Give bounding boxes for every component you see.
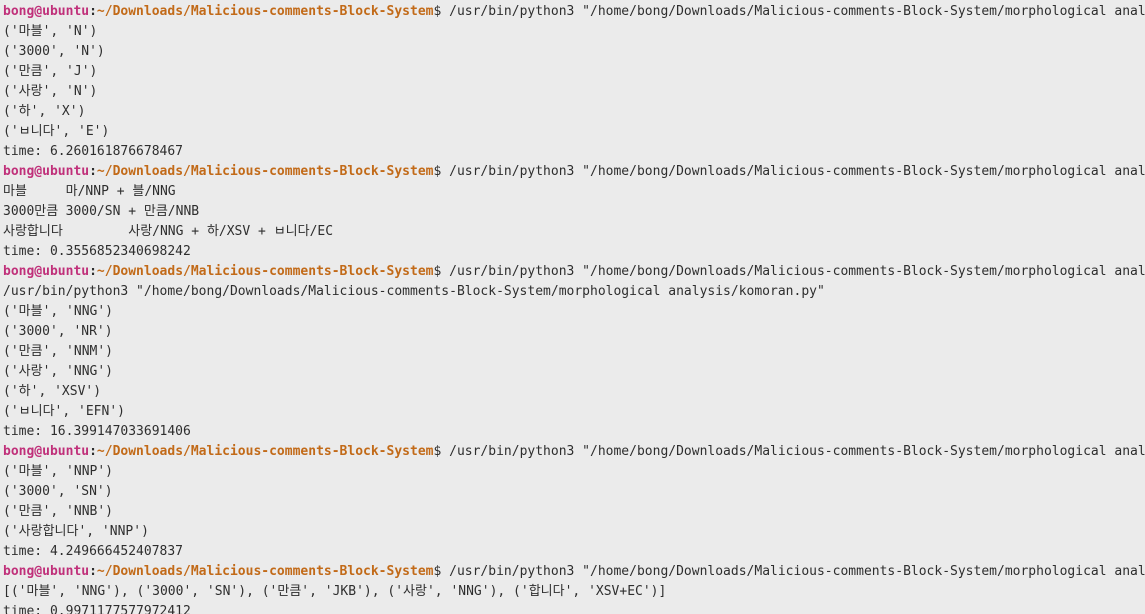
output-line: ('하', 'X'): [3, 102, 1145, 122]
command-text: /usr/bin/python3 "/home/bong/Downloads/M…: [449, 4, 1145, 19]
output-line: 3000만큼 3000/SN + 만큼/NNB: [3, 202, 1145, 222]
output-line: time: 0.9971177577972412: [3, 602, 1145, 614]
prompt-path: ~/Downloads/Malicious-comments-Block-Sys…: [96, 4, 434, 19]
prompt-symbol: $: [433, 444, 450, 459]
output-line: [('마블', 'NNG'), ('3000', 'SN'), ('만큼', '…: [3, 582, 1145, 602]
prompt-path: ~/Downloads/Malicious-comments-Block-Sys…: [96, 444, 434, 459]
output-text: time: 0.9971177577972412: [3, 604, 191, 614]
prompt-path: ~/Downloads/Malicious-comments-Block-Sys…: [96, 564, 434, 579]
prompt-user-host: bong@ubuntu: [3, 564, 90, 579]
prompt-user-host: bong@ubuntu: [3, 444, 90, 459]
output-text: ('마블', 'NNG'): [3, 304, 114, 319]
output-text: ('마블', 'NNP'): [3, 464, 114, 479]
output-line: ('만큼', 'J'): [3, 62, 1145, 82]
output-line: time: 6.260161876678467: [3, 142, 1145, 162]
output-text: time: 4.249666452407837: [3, 544, 184, 559]
output-text: 3000만큼 3000/SN + 만큼/NNB: [3, 204, 200, 219]
prompt-line: bong@ubuntu:~/Downloads/Malicious-commen…: [3, 2, 1145, 22]
prompt-line: bong@ubuntu:~/Downloads/Malicious-commen…: [3, 162, 1145, 182]
output-text: [('마블', 'NNG'), ('3000', 'SN'), ('만큼', '…: [3, 584, 667, 599]
output-line: ('마블', 'NNP'): [3, 462, 1145, 482]
output-line: ('3000', 'N'): [3, 42, 1145, 62]
output-line: ('마블', 'NNG'): [3, 302, 1145, 322]
prompt-symbol: $: [433, 564, 450, 579]
command-text: /usr/bin/python3 "/home/bong/Downloads/M…: [449, 564, 1145, 579]
output-text: 마블 마/NNP + 블/NNG: [3, 184, 176, 199]
prompt-line: bong@ubuntu:~/Downloads/Malicious-commen…: [3, 562, 1145, 582]
output-text: time: 6.260161876678467: [3, 144, 184, 159]
output-line: ('사랑', 'N'): [3, 82, 1145, 102]
prompt-symbol: $: [433, 4, 450, 19]
output-text: ('만큼', 'J'): [3, 64, 98, 79]
output-line: /usr/bin/python3 "/home/bong/Downloads/M…: [3, 282, 1145, 302]
output-text: ('ㅂ니다', 'E'): [3, 124, 110, 139]
output-text: /usr/bin/python3 "/home/bong/Downloads/M…: [3, 284, 825, 299]
output-text: ('마블', 'N'): [3, 24, 98, 39]
output-text: ('ㅂ니다', 'EFN'): [3, 404, 125, 419]
output-text: ('3000', 'N'): [3, 44, 105, 59]
output-text: ('사랑', 'NNG'): [3, 364, 114, 379]
command-text: /usr/bin/python3 "/home/bong/Downloads/M…: [449, 164, 1145, 179]
prompt-symbol: $: [433, 264, 450, 279]
prompt-separator: :: [89, 164, 97, 179]
output-line: ('ㅂ니다', 'E'): [3, 122, 1145, 142]
output-text: ('사랑합니다', 'NNP'): [3, 524, 149, 539]
output-text: time: 0.3556852340698242: [3, 244, 191, 259]
prompt-separator: :: [89, 444, 97, 459]
prompt-line: bong@ubuntu:~/Downloads/Malicious-commen…: [3, 442, 1145, 462]
output-line: time: 4.249666452407837: [3, 542, 1145, 562]
output-line: ('마블', 'N'): [3, 22, 1145, 42]
output-text: ('만큼', 'NNM'): [3, 344, 114, 359]
prompt-path: ~/Downloads/Malicious-comments-Block-Sys…: [96, 264, 434, 279]
output-text: ('만큼', 'NNB'): [3, 504, 114, 519]
prompt-separator: :: [89, 264, 97, 279]
output-text: ('사랑', 'N'): [3, 84, 98, 99]
prompt-path: ~/Downloads/Malicious-comments-Block-Sys…: [96, 164, 434, 179]
output-line: ('만큼', 'NNB'): [3, 502, 1145, 522]
output-line: 사랑합니다 사랑/NNG + 하/XSV + ㅂ니다/EC: [3, 222, 1145, 242]
output-text: ('하', 'XSV'): [3, 384, 102, 399]
output-text: time: 16.399147033691406: [3, 424, 191, 439]
prompt-user-host: bong@ubuntu: [3, 4, 90, 19]
prompt-user-host: bong@ubuntu: [3, 264, 90, 279]
prompt-user-host: bong@ubuntu: [3, 164, 90, 179]
prompt-symbol: $: [433, 164, 450, 179]
command-text: /usr/bin/python3 "/home/bong/Downloads/M…: [449, 444, 1145, 459]
output-line: ('만큼', 'NNM'): [3, 342, 1145, 362]
output-line: ('사랑', 'NNG'): [3, 362, 1145, 382]
prompt-separator: :: [89, 564, 97, 579]
output-line: time: 16.399147033691406: [3, 422, 1145, 442]
output-line: ('사랑합니다', 'NNP'): [3, 522, 1145, 542]
output-line: 마블 마/NNP + 블/NNG: [3, 182, 1145, 202]
output-text: 사랑합니다 사랑/NNG + 하/XSV + ㅂ니다/EC: [3, 224, 334, 239]
output-text: ('3000', 'NR'): [3, 324, 113, 339]
terminal-output[interactable]: bong@ubuntu:~/Downloads/Malicious-commen…: [0, 0, 1145, 614]
output-text: ('하', 'X'): [3, 104, 86, 119]
prompt-separator: :: [89, 4, 97, 19]
output-text: ('3000', 'SN'): [3, 484, 113, 499]
command-text: /usr/bin/python3 "/home/bong/Downloads/M…: [449, 264, 1145, 279]
output-line: time: 0.3556852340698242: [3, 242, 1145, 262]
prompt-line: bong@ubuntu:~/Downloads/Malicious-commen…: [3, 262, 1145, 282]
output-line: ('3000', 'SN'): [3, 482, 1145, 502]
output-line: ('3000', 'NR'): [3, 322, 1145, 342]
output-line: ('하', 'XSV'): [3, 382, 1145, 402]
output-line: ('ㅂ니다', 'EFN'): [3, 402, 1145, 422]
